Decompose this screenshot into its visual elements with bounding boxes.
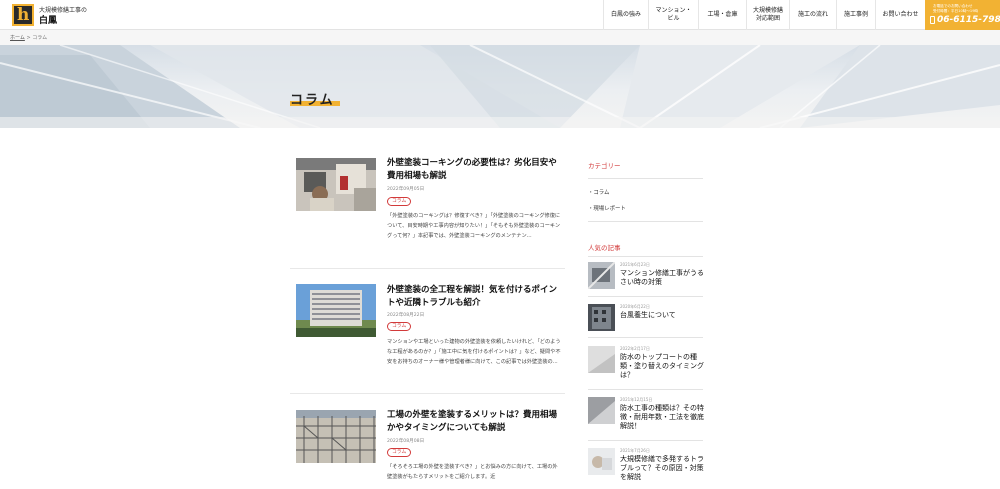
caulking-photo <box>296 158 376 211</box>
sidebar-divider <box>588 296 703 297</box>
popular-heading: 人気の記事 <box>588 244 621 252</box>
sidebar-divider <box>588 221 703 222</box>
popular-thumbnail[interactable] <box>588 397 615 424</box>
nav-strengths[interactable]: 白鳳の強み <box>603 0 648 30</box>
scaffolding-photo <box>296 410 376 463</box>
popular-title[interactable]: マンション修繕工事がうるさい時の対策 <box>620 269 705 287</box>
apartment-building-photo <box>296 284 376 337</box>
popular-title[interactable]: 台風養生について <box>620 311 705 320</box>
popular-date: 2020年6月22日 <box>620 304 650 309</box>
popular-thumbnail[interactable] <box>588 448 615 475</box>
logo-icon[interactable]: h <box>12 4 34 26</box>
popular-date: 2021年7月26日 <box>620 448 650 453</box>
article-category-tag[interactable]: コラム <box>387 448 412 457</box>
nav-process[interactable]: 施工の流れ <box>789 0 836 30</box>
article-excerpt: 「そろそろ工場の外壁を塗装すべき？」とお悩みの方に向けて、工場の外壁塗装がもたら… <box>387 464 558 480</box>
phone-cta[interactable]: お電話でのお問い合わせ受付時間：平日10時〜19時 06-6115-7980 <box>925 0 1000 30</box>
article-category-tag[interactable]: コラム <box>387 322 412 331</box>
popular-thumbnail[interactable] <box>588 304 615 331</box>
nav-contact[interactable]: お問い合わせ <box>875 0 925 30</box>
category-item-site-report[interactable]: ・現場レポート <box>588 204 626 212</box>
article-date: 2022年08月22日 <box>387 313 425 318</box>
article-divider <box>290 393 565 394</box>
article-category-tag[interactable]: コラム <box>387 197 412 206</box>
article-thumbnail[interactable] <box>296 284 376 337</box>
popular-title[interactable]: 大規模修繕で多発するトラブルって？その原因・対策を解説 <box>620 455 705 482</box>
popular-date: 2021年6月23日 <box>620 262 650 267</box>
sidebar-divider <box>588 178 703 179</box>
article-date: 2022年09月05日 <box>387 187 425 192</box>
article-title[interactable]: 工場の外壁を塗装するメリットは？費用相場かやタイミングについても解説 <box>387 409 562 435</box>
popular-date: 2022年2月17日 <box>620 346 650 351</box>
phone-icon <box>930 16 935 24</box>
category-item-column[interactable]: ・コラム <box>588 188 609 196</box>
logo-name[interactable]: 白鳳 <box>39 13 57 26</box>
hero-banner: コラム <box>0 45 1000 128</box>
breadcrumb-home[interactable]: ホーム <box>10 35 25 41</box>
article-date: 2022年08月08日 <box>387 439 425 444</box>
site-header: h 大規模修繕工事の 白鳳 白鳳の強み マンション・ ビル 工場・倉庫 大規模修… <box>0 0 1000 30</box>
popular-title[interactable]: 防水のトップコートの種類・塗り替えのタイミングは？ <box>620 353 705 380</box>
phone-note: お電話でのお問い合わせ 受付時間：平日10時〜19時 <box>933 4 979 13</box>
logo-mark: h <box>17 5 30 25</box>
page-title: コラム <box>290 93 335 108</box>
sidebar-divider <box>588 337 703 338</box>
breadcrumb: ホーム > コラム <box>0 30 1000 45</box>
hero-architecture-image <box>0 45 1000 128</box>
sidebar-divider <box>588 389 703 390</box>
popular-title[interactable]: 防水工事の種類は？その特徴・耐用年数・工法を徹底解説！ <box>620 404 705 431</box>
sidebar-divider <box>588 440 703 441</box>
article-title[interactable]: 外壁塗装コーキングの必要性は？劣化目安や費用相場も解説 <box>387 157 562 183</box>
article-thumbnail[interactable] <box>296 410 376 463</box>
breadcrumb-current: コラム <box>32 35 48 41</box>
popular-date: 2021年12月15日 <box>620 397 653 402</box>
nav-factory-warehouse[interactable]: 工場・倉庫 <box>698 0 746 30</box>
article-excerpt: 「外壁塗装のコーキングは？修復すべき？」「外壁塗装のコーキング修復について、目安… <box>387 213 561 239</box>
sidebar-divider <box>588 256 703 257</box>
category-heading: カテゴリー <box>588 162 621 170</box>
nav-coverage[interactable]: 大規模修繕 対応範囲 <box>746 0 789 30</box>
article-title[interactable]: 外壁塗装の全工程を解説！気を付けるポイントや近隣トラブルも紹介 <box>387 284 562 310</box>
nav-works[interactable]: 施工事例 <box>836 0 875 30</box>
article-thumbnail[interactable] <box>296 158 376 211</box>
popular-thumbnail[interactable] <box>588 346 615 373</box>
article-divider <box>290 268 565 269</box>
article-excerpt: マンションや工場といった建物の外壁塗装を依頼したいけれど、「どのような工程がある… <box>387 339 561 365</box>
breadcrumb-separator: > <box>26 35 31 41</box>
phone-number[interactable]: 06-6115-7980 <box>937 15 1000 25</box>
nav-mansion-building[interactable]: マンション・ ビル <box>648 0 698 30</box>
popular-thumbnail[interactable] <box>588 262 615 289</box>
